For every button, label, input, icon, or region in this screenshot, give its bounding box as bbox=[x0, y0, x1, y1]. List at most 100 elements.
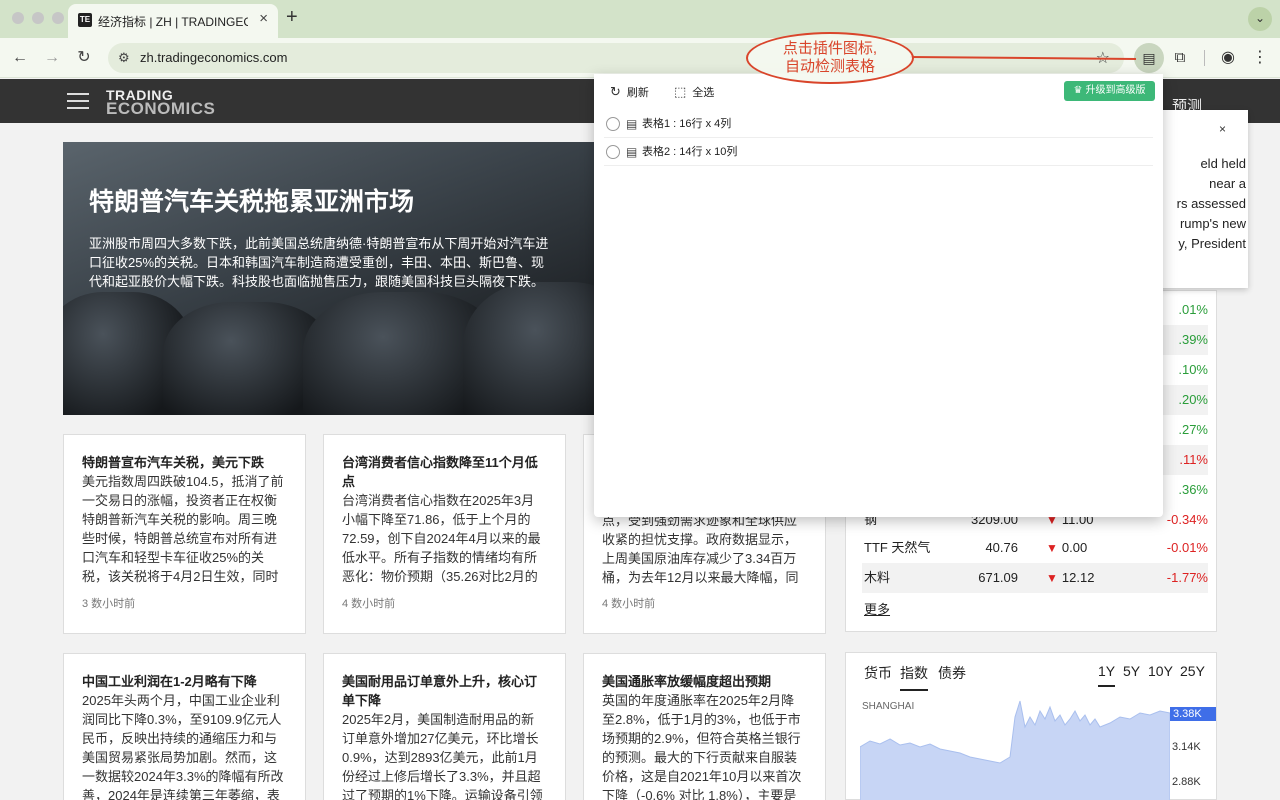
favicon-icon: TE bbox=[78, 13, 92, 27]
commodity-change: ▼ 0.00 bbox=[1046, 533, 1087, 563]
table-icon: ▤ bbox=[626, 117, 638, 131]
news-card-body: 台湾消费者信心指数在2025年3月小幅下降至71.86，低于上个月的72.59，… bbox=[342, 493, 541, 584]
table-detector-popup: ↻ 刷新 ⬚ 全选 ♛ 升级到高级版 ▤ 表格1 : 16行 x 4列 ▤ 表格2 :… bbox=[594, 74, 1163, 517]
hero-car-shape bbox=[463, 282, 594, 415]
news-card-time: 4 数小时前 bbox=[342, 598, 396, 610]
menu-kebab-icon[interactable]: ⋮ bbox=[1250, 46, 1270, 70]
news-card-title[interactable]: 台湾消费者信心指数降至11个月低点 bbox=[342, 453, 547, 491]
commodity-name: TTF 天然气 bbox=[864, 540, 931, 555]
crown-icon: ♛ bbox=[1073, 85, 1083, 96]
extensions-puzzle-icon[interactable]: ⧉ bbox=[1168, 46, 1192, 70]
detected-table-row[interactable]: ▤ 表格1 : 16行 x 4列 bbox=[604, 110, 1153, 138]
tab-close-icon[interactable]: × bbox=[259, 10, 268, 27]
news-card[interactable]: 台湾消费者信心指数降至11个月低点 台湾消费者信心指数在2025年3月小幅下降至… bbox=[323, 434, 566, 634]
upgrade-label: 升级到高级版 bbox=[1085, 85, 1146, 96]
site-settings-icon[interactable]: ⚙ bbox=[118, 50, 130, 66]
commodity-row[interactable]: 木料 671.09 ▼ 12.12 -1.77% bbox=[862, 563, 1208, 593]
news-card[interactable]: 中国工业利润在1-2月略有下降 2025年头两个月，中国工业企业利润同比下降0.… bbox=[63, 653, 306, 800]
table-extension-icon[interactable]: ▤ bbox=[1134, 43, 1164, 73]
callout-line-1: 点击插件图标, bbox=[782, 40, 878, 57]
down-triangle-icon: ▼ bbox=[1046, 571, 1058, 585]
down-triangle-icon: ▼ bbox=[1046, 541, 1058, 555]
refresh-icon: ↻ bbox=[610, 84, 621, 99]
hero-title[interactable]: 特朗普汽车关税拖累亚洲市场 bbox=[89, 182, 414, 218]
tab-currency[interactable]: 货币 bbox=[864, 663, 892, 683]
toolbar-divider bbox=[1204, 50, 1205, 66]
index-area-chart[interactable] bbox=[860, 697, 1170, 800]
commodity-pct: .39% bbox=[1178, 332, 1208, 347]
detected-table-row[interactable]: ▤ 表格2 : 14行 x 10列 bbox=[604, 138, 1153, 166]
news-card-title[interactable]: 美国通胀率放缓幅度超出预期 bbox=[602, 672, 807, 691]
url-text[interactable]: zh.tradingeconomics.com bbox=[140, 50, 287, 65]
commodity-price: 671.09 bbox=[978, 570, 1018, 585]
index-area bbox=[860, 700, 1170, 800]
hamburger-menu-icon[interactable] bbox=[67, 93, 89, 109]
tab-title: 经济指标 | ZH | TRADINGECONOMICS bbox=[98, 15, 248, 29]
news-card-body: 2025年2月，美国制造耐用品的新订单意外增加27亿美元，环比增长0.9%，达到… bbox=[342, 712, 543, 800]
news-card-title[interactable]: 中国工业利润在1-2月略有下降 bbox=[82, 672, 287, 691]
logo-line-2: ECONOMICS bbox=[106, 99, 216, 118]
news-card-title[interactable]: 特朗普宣布汽车关税，美元下跌 bbox=[82, 453, 287, 472]
commodity-price: 40.76 bbox=[985, 540, 1018, 555]
commodity-name: 木料 bbox=[864, 570, 891, 585]
commodity-pct: -0.01% bbox=[1166, 540, 1208, 555]
commodity-row[interactable]: TTF 天然气 40.76 ▼ 0.00 -0.01% bbox=[862, 533, 1208, 563]
news-card-body: 点，受到强劲需求迹象和全球供应收紧的担忧支撑。政府数据显示，上周美国原油库存减少… bbox=[602, 513, 799, 585]
range-10y[interactable]: 10Y bbox=[1148, 663, 1173, 679]
tooltip-line: y, President bbox=[1178, 236, 1246, 251]
forward-arrow-icon[interactable]: → bbox=[40, 46, 64, 70]
tooltip-line: near a bbox=[1209, 176, 1246, 191]
window-close-button[interactable] bbox=[12, 12, 24, 24]
change-value: 12.12 bbox=[1061, 570, 1095, 585]
browser-tab-active[interactable]: TE 经济指标 | ZH | TRADINGECONOMICS × bbox=[68, 4, 278, 38]
news-card[interactable]: 美国耐用品订单意外上升，核心订单下降 2025年2月，美国制造耐用品的新订单意外… bbox=[323, 653, 566, 800]
news-card[interactable]: 美国通胀率放缓幅度超出预期 英国的年度通胀率在2025年2月降至2.8%，低于1… bbox=[583, 653, 826, 800]
tooltip-line: rs assessed bbox=[1176, 196, 1246, 211]
market-index-panel: 货币 指数 债券 1Y 5Y 10Y 25Y SHANGHAI 3.38K 3.… bbox=[845, 652, 1217, 800]
tooltip-line: rump's new bbox=[1179, 216, 1246, 231]
select-all-button[interactable]: ⬚ 全选 bbox=[674, 84, 714, 100]
site-logo[interactable]: TRADING ECONOMICS bbox=[106, 88, 216, 118]
range-1y[interactable]: 1Y bbox=[1098, 663, 1116, 687]
select-all-label: 全选 bbox=[692, 87, 715, 99]
news-card-body: 美元指数周四跌破104.5，抵消了前一交易日的涨幅，投资者正在权衡特朗普新汽车关… bbox=[82, 474, 284, 584]
table-label: 表格2 : 14行 x 10列 bbox=[642, 146, 738, 158]
table-radio[interactable] bbox=[606, 145, 620, 159]
commodity-pct: .10% bbox=[1178, 362, 1208, 377]
range-25y[interactable]: 25Y bbox=[1180, 663, 1205, 679]
news-card-time: 3 数小时前 bbox=[82, 598, 136, 610]
window-zoom-button[interactable] bbox=[52, 12, 64, 24]
tab-search-chevron-icon[interactable]: ⌄ bbox=[1248, 7, 1272, 31]
refresh-button[interactable]: ↻ 刷新 bbox=[610, 84, 649, 100]
table-label: 表格1 : 16行 x 4列 bbox=[642, 118, 732, 130]
tab-index[interactable]: 指数 bbox=[900, 663, 928, 691]
change-value: 0.00 bbox=[1061, 540, 1088, 555]
back-arrow-icon[interactable]: ← bbox=[8, 46, 32, 70]
close-icon[interactable]: × bbox=[1219, 122, 1226, 136]
news-card-title[interactable]: 美国耐用品订单意外上升，核心订单下降 bbox=[342, 672, 547, 710]
upgrade-button[interactable]: ♛ 升级到高级版 bbox=[1064, 81, 1155, 101]
y-tick-label-current: 3.38K bbox=[1170, 707, 1216, 721]
news-card[interactable]: 特朗普宣布汽车关税，美元下跌 美元指数周四跌破104.5，抵消了前一交易日的涨幅… bbox=[63, 434, 306, 634]
commodity-pct: .20% bbox=[1178, 392, 1208, 407]
new-tab-button[interactable]: + bbox=[286, 6, 298, 29]
tab-bonds[interactable]: 债券 bbox=[938, 663, 966, 683]
reload-icon[interactable]: ↻ bbox=[72, 46, 96, 70]
commodity-pct: -1.77% bbox=[1166, 570, 1208, 585]
window-minimize-button[interactable] bbox=[32, 12, 44, 24]
commodity-pct: .27% bbox=[1178, 422, 1208, 437]
commodity-pct: .36% bbox=[1178, 482, 1208, 497]
hero-summary: 亚洲股市周四大多数下跌，此前美国总统唐纳德·特朗普宣布从下周开始对汽车进口征收2… bbox=[89, 236, 549, 289]
table-radio[interactable] bbox=[606, 117, 620, 131]
tooltip-text: eld held near a rs assessed rump's new y… bbox=[1156, 154, 1246, 254]
range-5y[interactable]: 5Y bbox=[1123, 663, 1140, 679]
commodity-pct: -0.34% bbox=[1166, 512, 1208, 527]
select-all-icon: ⬚ bbox=[674, 84, 687, 99]
profile-icon[interactable]: ◉ bbox=[1216, 46, 1240, 70]
news-card-body: 英国的年度通胀率在2025年2月降至2.8%，低于1月的3%，也低于市场预期的2… bbox=[602, 693, 802, 800]
more-commodities-link[interactable]: 更多 bbox=[864, 599, 890, 618]
news-card-time: 4 数小时前 bbox=[602, 598, 656, 610]
y-tick-label: 3.14K bbox=[1172, 741, 1201, 753]
hero-story[interactable]: 特朗普汽车关税拖累亚洲市场 亚洲股市周四大多数下跌，此前美国总统唐纳德·特朗普宣… bbox=[63, 142, 594, 415]
tooltip-line: eld held bbox=[1200, 156, 1246, 171]
